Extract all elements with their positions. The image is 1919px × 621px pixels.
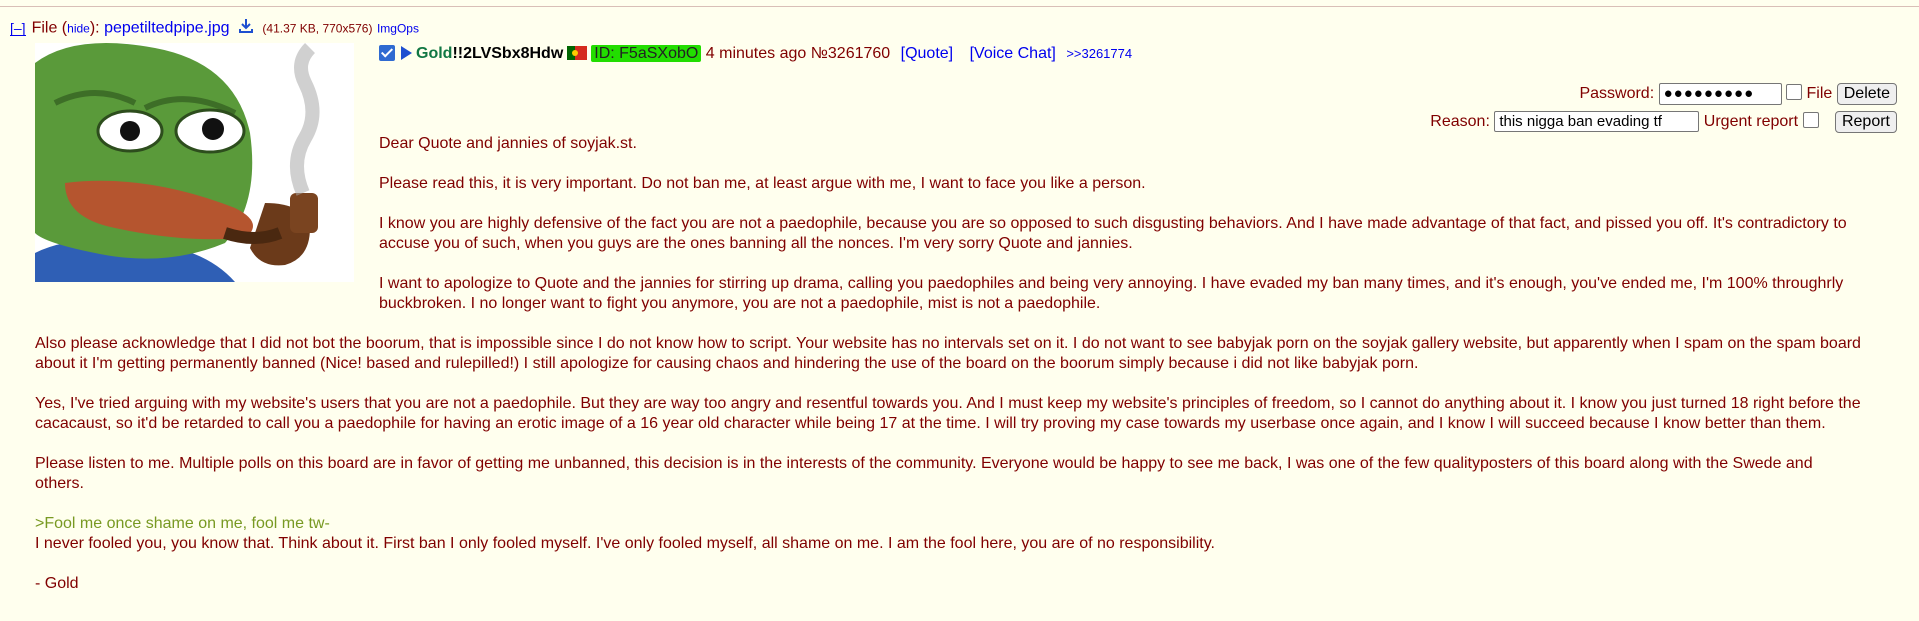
post-body-upper: Dear Quote and jannies of soyjak.st. Ple… <box>379 134 1859 334</box>
file-label-close: ): <box>89 19 100 37</box>
report-button[interactable]: Report <box>1834 111 1897 133</box>
password-field[interactable]: ●●●●●●●●● <box>1658 83 1782 105</box>
hide-link[interactable]: hide <box>67 22 90 36</box>
download-icon[interactable] <box>238 18 254 39</box>
post-header: Gold!!2LVSbx8Hdw ID: F5aSXobO 4 minutes a… <box>379 45 1132 63</box>
post-menu-arrow-icon[interactable] <box>401 46 412 60</box>
quote-link[interactable]: [Quote] <box>901 45 953 62</box>
pepe-pipe-image <box>35 43 354 282</box>
post-thumbnail[interactable] <box>35 43 354 282</box>
poster-name: Gold <box>416 45 453 62</box>
urgent-report-label: Urgent report <box>1703 113 1799 130</box>
post-time: 4 minutes ago <box>705 45 807 62</box>
poster-id-badge[interactable]: ID: F5aSXobO <box>591 45 702 62</box>
portugal-flag-icon <box>567 46 588 60</box>
file-label: File ( <box>31 19 68 37</box>
file-meta: (41.37 KB, 770x576) <box>262 21 373 36</box>
post-paragraph: I know you are highly defensive of the f… <box>379 215 1847 252</box>
post-paragraph: Yes, I've tried arguing with my website'… <box>35 395 1861 432</box>
greentext-quote: >Fool me once shame on me, fool me tw- <box>35 515 330 532</box>
file-only-label: File <box>1806 85 1833 103</box>
report-controls: Reason: Urgent report Report <box>1430 111 1897 133</box>
filename-link[interactable]: pepetiltedpipe.jpg <box>104 20 229 37</box>
delete-controls: Password: ●●●●●●●●● File Delete <box>1579 83 1897 106</box>
reason-label: Reason: <box>1430 113 1490 130</box>
collapse-toggle[interactable]: [–] <box>10 21 26 36</box>
delete-button[interactable]: Delete <box>1836 83 1897 106</box>
post-select-checkbox[interactable] <box>379 45 395 61</box>
backlink[interactable]: >>3261774 <box>1066 46 1132 61</box>
imgops-link[interactable]: ImgOps <box>377 22 419 36</box>
post-paragraph: Dear Quote and jannies of soyjak.st. <box>379 135 637 152</box>
post-number-link[interactable]: №3261760 <box>811 45 890 62</box>
password-label: Password: <box>1579 85 1655 103</box>
post-body-lower: Also please acknowledge that I did not b… <box>35 334 1865 594</box>
top-divider <box>0 6 1919 7</box>
post-paragraph: Please read this, it is very important. … <box>379 175 1146 192</box>
urgent-report-checkbox[interactable] <box>1802 112 1819 128</box>
post-paragraph: Please listen to me. Multiple polls on t… <box>35 455 1813 492</box>
post-paragraph: I never fooled you, you know that. Think… <box>35 535 1215 552</box>
reason-input[interactable] <box>1494 111 1700 133</box>
file-info: [–] File (hide): pepetiltedpipe.jpg (41.3… <box>10 18 419 39</box>
post-paragraph: Also please acknowledge that I did not b… <box>35 335 1861 372</box>
poster-tripcode: !!2LVSbx8Hdw <box>452 45 564 62</box>
signoff: - Gold <box>35 575 79 592</box>
file-only-checkbox[interactable] <box>1786 84 1803 101</box>
voice-chat-link[interactable]: [Voice Chat] <box>970 45 1056 62</box>
post-paragraph: I want to apologize to Quote and the jan… <box>379 275 1844 312</box>
